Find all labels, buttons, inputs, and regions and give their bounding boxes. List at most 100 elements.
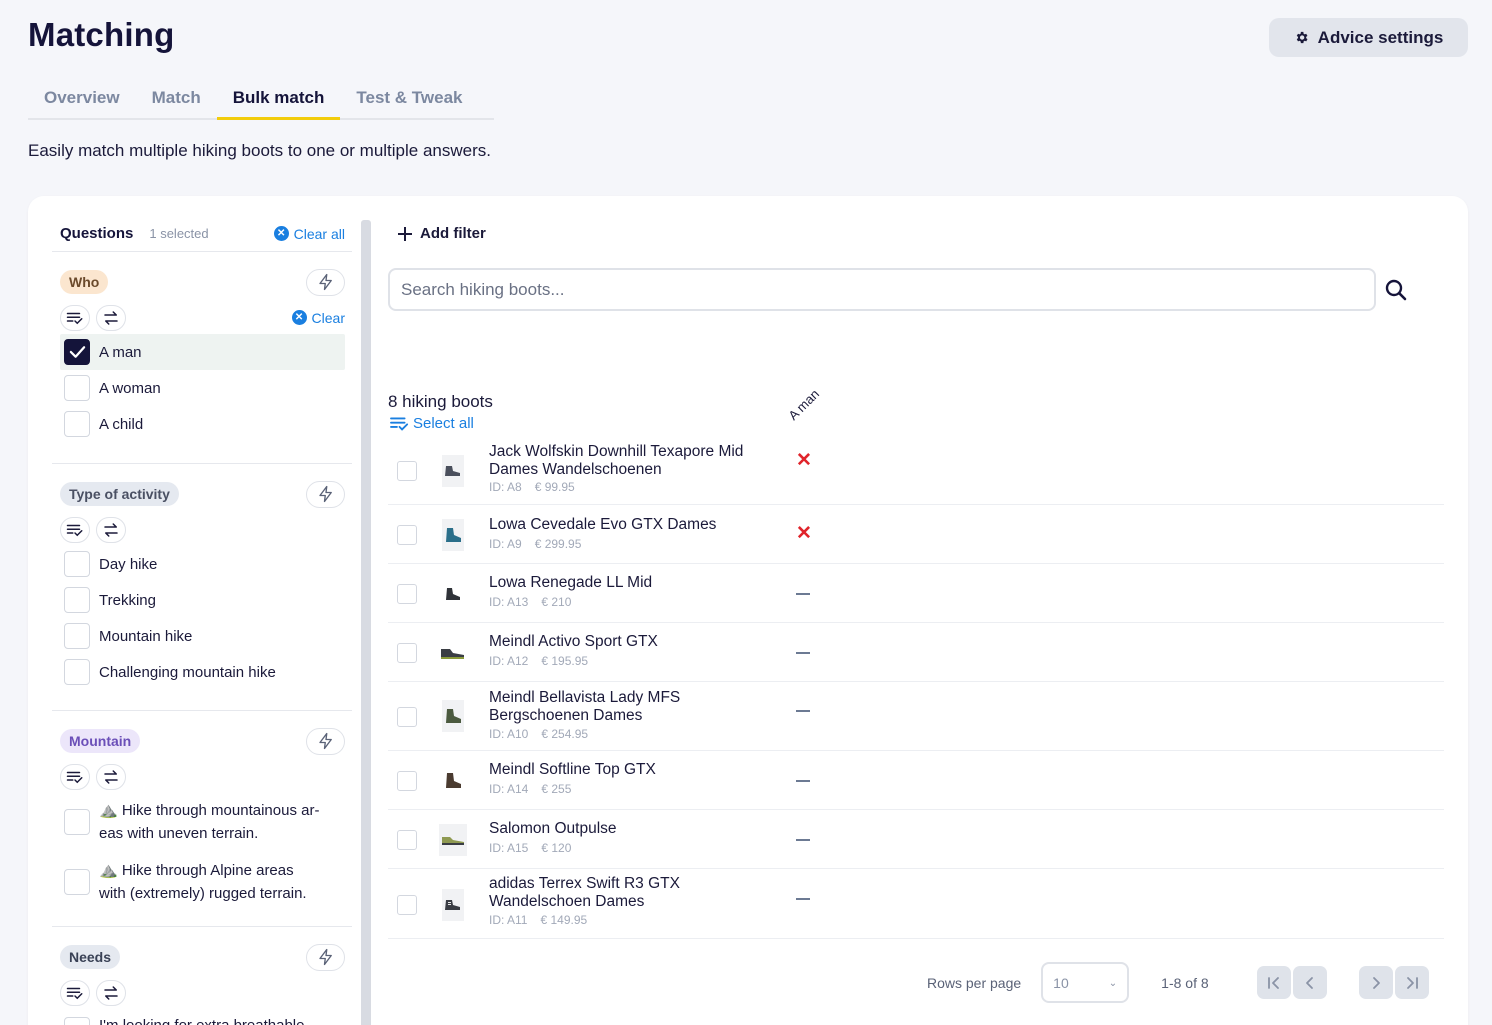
rows-per-page-select[interactable]: 10 ⌄ — [1041, 962, 1130, 1003]
answer-option[interactable]: Trekking — [60, 582, 345, 618]
no-match-dash[interactable] — [796, 593, 810, 595]
answer-option[interactable]: Mountain hike — [60, 618, 345, 654]
answer-option[interactable]: A woman — [60, 370, 345, 406]
select-all-answers-button[interactable] — [60, 979, 90, 1006]
checkbox[interactable] — [64, 869, 90, 895]
row-checkbox[interactable] — [397, 584, 417, 604]
table-row[interactable]: Salomon Outpulse ID: A15 € 120 — [388, 810, 1444, 869]
answer-label: Challenging mountain hike — [99, 663, 276, 681]
table-row[interactable]: Lowa Renegade LL Mid ID: A13 € 210 — [388, 564, 1444, 623]
no-match-dash[interactable] — [796, 652, 810, 654]
answer-option[interactable]: A child — [60, 406, 345, 442]
previous-page-button[interactable] — [1292, 966, 1327, 999]
table-row[interactable]: Meindl Activo Sport GTX ID: A12 € 195.95 — [388, 623, 1444, 682]
table-row[interactable]: Meindl Softline Top GTX ID: A14 € 255 — [388, 751, 1444, 810]
chevron-down-icon: ⌄ — [1108, 978, 1118, 989]
table-row[interactable]: Jack Wolfskin Downhill Texapore Mid Dame… — [388, 435, 1444, 505]
answer-option[interactable]: ⛰️ Hike through Alpine areas with (extrem… — [60, 855, 345, 909]
product-id: ID: A12 — [489, 654, 529, 668]
tab-test-tweak[interactable]: Test & Tweak — [340, 80, 478, 120]
check-icon — [69, 346, 85, 358]
search-input[interactable] — [388, 268, 1376, 311]
answer-column-header: A man — [785, 386, 823, 423]
answer-option[interactable]: Day hike — [60, 546, 345, 582]
answer-option[interactable]: ⛰️ Hike through mountainous ar-eas with … — [60, 795, 345, 849]
answer-option[interactable]: Challenging mountain hike — [60, 654, 345, 690]
checkbox[interactable] — [64, 375, 90, 401]
checkbox[interactable] — [64, 1017, 90, 1025]
product-price: € 210 — [541, 595, 572, 609]
answer-label-line: eas with uneven terrain. — [99, 825, 259, 842]
product-image — [439, 824, 467, 856]
not-matched-icon[interactable]: ✕ — [796, 524, 812, 543]
search-icon[interactable] — [1384, 278, 1408, 302]
add-filter-button[interactable]: Add filter — [398, 225, 486, 242]
boot-icon — [445, 900, 460, 910]
no-match-dash[interactable] — [796, 780, 810, 782]
clear-all-button[interactable]: ✕ Clear all — [273, 225, 345, 242]
product-name: Meindl Bellavista Lady MFS Bergschoenen … — [489, 689, 681, 724]
checkbox-checked[interactable] — [64, 339, 90, 365]
last-page-button[interactable] — [1394, 966, 1429, 999]
tab-bulk-match[interactable]: Bulk match — [216, 80, 341, 120]
bolt-button[interactable] — [306, 480, 345, 508]
divider — [52, 251, 352, 252]
table-row[interactable]: Meindl Bellavista Lady MFS Bergschoenen … — [388, 682, 1444, 751]
question-tag-mountain: Mountain — [60, 729, 141, 753]
clear-all-label: Clear all — [293, 225, 345, 242]
lightning-icon — [318, 948, 332, 966]
checkbox[interactable] — [64, 551, 90, 577]
question-group-type-of-activity: Type of activity Day hike Trekking Mount… — [60, 480, 345, 690]
row-checkbox[interactable] — [397, 707, 417, 727]
swap-icon — [104, 522, 118, 537]
clear-button[interactable]: ✕ Clear — [291, 309, 345, 326]
select-all-answers-button[interactable] — [60, 516, 90, 543]
product-name: adidas Terrex Swift R3 GTX Wandelschoen … — [489, 875, 680, 910]
select-all-answers-button[interactable] — [60, 763, 90, 790]
product-name: Lowa Cevedale Evo GTX Dames — [489, 516, 717, 533]
no-match-dash[interactable] — [796, 839, 810, 841]
row-checkbox[interactable] — [397, 461, 417, 481]
select-all-answers-button[interactable] — [60, 304, 90, 331]
bolt-button[interactable] — [306, 943, 345, 971]
invert-selection-button[interactable] — [96, 304, 126, 331]
no-match-dash[interactable] — [796, 898, 810, 900]
checkbox[interactable] — [64, 659, 90, 685]
invert-selection-button[interactable] — [96, 979, 126, 1006]
answer-option[interactable]: I'm looking for extra breathable — [60, 1011, 345, 1025]
advice-settings-button[interactable]: Advice settings — [1269, 18, 1468, 57]
bolt-button[interactable] — [306, 727, 345, 755]
plus-icon — [398, 226, 412, 241]
divider — [52, 926, 352, 927]
next-page-button[interactable] — [1358, 966, 1393, 999]
tab-match[interactable]: Match — [136, 80, 217, 120]
tab-overview[interactable]: Overview — [28, 80, 136, 120]
list-check-icon — [66, 312, 83, 324]
row-checkbox[interactable] — [397, 895, 417, 915]
not-matched-icon[interactable]: ✕ — [796, 451, 812, 470]
first-page-button[interactable] — [1256, 966, 1291, 999]
checkbox[interactable] — [64, 809, 90, 835]
answer-label: Day hike — [99, 555, 158, 573]
row-checkbox[interactable] — [397, 643, 417, 663]
product-name: Meindl Activo Sport GTX — [489, 633, 658, 650]
first-page-icon — [1267, 976, 1279, 989]
row-checkbox[interactable] — [397, 771, 417, 791]
table-row[interactable]: Lowa Cevedale Evo GTX Dames ID: A9 € 299.… — [388, 505, 1444, 564]
row-checkbox[interactable] — [397, 525, 417, 545]
bolt-button[interactable] — [306, 268, 345, 296]
rows-per-page-label: Rows per page — [927, 974, 1022, 991]
invert-selection-button[interactable] — [96, 516, 126, 543]
answer-option[interactable]: A man — [60, 334, 345, 370]
checkbox[interactable] — [64, 411, 90, 437]
select-all-button[interactable]: Select all — [389, 415, 474, 432]
table-row[interactable]: adidas Terrex Swift R3 GTX Wandelschoen … — [388, 869, 1444, 939]
questions-scrollbar[interactable] — [361, 220, 371, 1025]
checkbox[interactable] — [64, 623, 90, 649]
swap-icon — [104, 310, 118, 325]
checkbox[interactable] — [64, 587, 90, 613]
no-match-dash[interactable] — [796, 710, 810, 712]
row-checkbox[interactable] — [397, 830, 417, 850]
clear-label: Clear — [311, 309, 345, 326]
invert-selection-button[interactable] — [96, 763, 126, 790]
